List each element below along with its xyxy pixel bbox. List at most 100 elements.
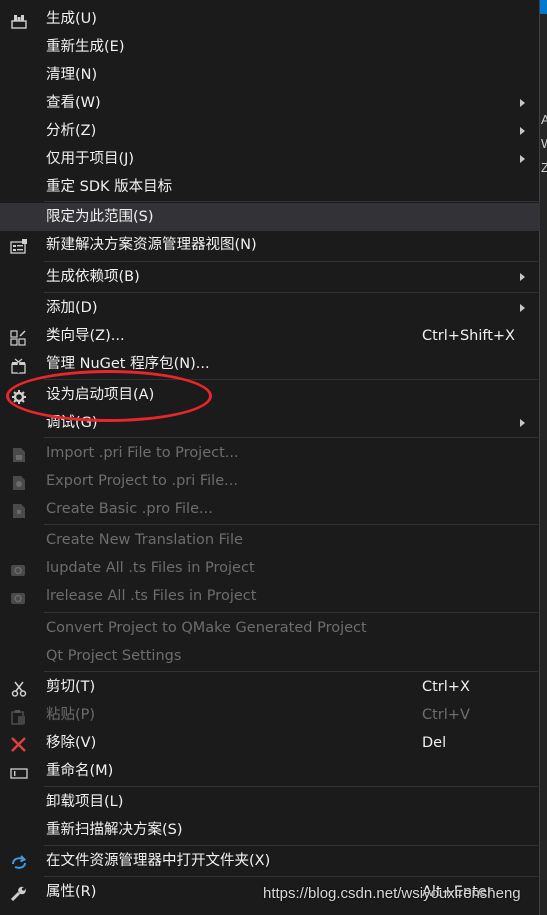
menu-item-build-dependencies[interactable]: 生成依赖项(B) [0, 263, 540, 291]
menu-item-label: 粘贴(P) [46, 707, 96, 723]
qt-export-icon [10, 473, 28, 490]
qt-lupdate-icon [10, 560, 28, 576]
menu-item-label: Create New Translation File [46, 532, 243, 548]
scissors-icon [10, 679, 28, 697]
menu-item-rescan-solution[interactable]: 重新扫描解决方案(S) [0, 816, 540, 844]
menu-item-label: 卸载项目(L) [46, 794, 124, 810]
menu-item-label: 查看(W) [46, 95, 101, 111]
submenu-arrow-icon [520, 304, 525, 312]
menu-item-project-only[interactable]: 仅用于项目(J) [0, 145, 540, 173]
menu-item-label: 生成(U) [46, 11, 97, 27]
menu-item-debug[interactable]: 调试(G) [0, 409, 540, 437]
menu-item-label: 属性(R) [46, 884, 97, 900]
shortcut-text: Ctrl+Shift+X [422, 328, 515, 344]
menu-item-label: Export Project to .pri File... [46, 473, 238, 489]
menu-item-qt-project-settings[interactable]: Qt Project Settings [0, 642, 540, 670]
rename-icon [10, 763, 28, 779]
menu-item-label: lrelease All .ts Files in Project [46, 588, 257, 604]
background-editor-strip: A W Z [540, 0, 547, 915]
menu-item-rename[interactable]: 重命名(M) [0, 757, 540, 785]
menu-item-manage-nuget[interactable]: 管理 NuGet 程序包(N)... [0, 350, 540, 378]
menu-item-open-in-file-explorer[interactable]: 在文件资源管理器中打开文件夹(X) [0, 847, 540, 875]
menu-item-clean[interactable]: 清理(N) [0, 61, 540, 89]
background-char: Z [541, 160, 547, 175]
menu-item-label: 设为启动项目(A) [46, 387, 155, 403]
qt-import-icon [10, 445, 28, 462]
menu-separator [44, 261, 538, 262]
menu-separator [44, 524, 538, 525]
build-icon [10, 11, 28, 29]
menu-item-label: Import .pri File to Project... [46, 445, 239, 461]
menu-item-lrelease[interactable]: lrelease All .ts Files in Project [0, 582, 540, 610]
menu-item-label: 重新扫描解决方案(S) [46, 822, 183, 838]
context-menu: 生成(U) 重新生成(E) 清理(N) 查看(W) 分析(Z) 仅用于项目(J)… [0, 0, 540, 915]
new-solution-view-icon [10, 237, 28, 254]
shortcut-text: Ctrl+X [422, 679, 470, 695]
submenu-arrow-icon [520, 155, 525, 163]
menu-item-label: lupdate All .ts Files in Project [46, 560, 255, 576]
submenu-arrow-icon [520, 127, 525, 135]
shortcut-text: Ctrl+V [422, 707, 470, 723]
shortcut-text: Del [422, 735, 447, 751]
paste-icon [10, 707, 28, 725]
menu-separator [44, 201, 538, 202]
menu-item-create-translation-file[interactable]: Create New Translation File [0, 526, 540, 554]
menu-item-label: 类向导(Z)... [46, 328, 125, 344]
qt-lrelease-icon [10, 588, 28, 604]
submenu-arrow-icon [520, 99, 525, 107]
menu-item-convert-qmake[interactable]: Convert Project to QMake Generated Proje… [0, 614, 540, 642]
menu-separator [44, 845, 538, 846]
menu-item-label: 重定 SDK 版本目标 [46, 179, 173, 195]
menu-item-new-solution-explorer-view[interactable]: 新建解决方案资源管理器视图(N) [0, 231, 540, 259]
menu-item-label: Create Basic .pro File... [46, 501, 213, 517]
menu-item-label: Convert Project to QMake Generated Proje… [46, 620, 367, 636]
wrench-icon [10, 884, 28, 902]
menu-separator [44, 379, 538, 380]
menu-item-export-pri[interactable]: Export Project to .pri File... [0, 467, 540, 495]
menu-item-label: 新建解决方案资源管理器视图(N) [46, 237, 257, 253]
menu-item-lupdate[interactable]: lupdate All .ts Files in Project [0, 554, 540, 582]
menu-separator [44, 292, 538, 293]
menu-item-label: 分析(Z) [46, 123, 97, 139]
menu-item-analyze[interactable]: 分析(Z) [0, 117, 540, 145]
remove-x-icon [10, 735, 28, 752]
qt-pro-file-icon [10, 501, 28, 518]
menu-separator [44, 612, 538, 613]
menu-item-paste[interactable]: 粘贴(P) Ctrl+V [0, 701, 540, 729]
menu-item-label: 添加(D) [46, 300, 98, 316]
watermark-url: https://blog.csdn.net/wsiyouxirensheng [263, 885, 521, 902]
menu-separator [44, 671, 538, 672]
menu-item-label: 仅用于项目(J) [46, 151, 135, 167]
nuget-package-icon [10, 356, 28, 374]
menu-item-cut[interactable]: 剪切(T) Ctrl+X [0, 673, 540, 701]
menu-item-view[interactable]: 查看(W) [0, 89, 540, 117]
menu-item-scope-to-this[interactable]: 限定为此范围(S) [0, 203, 540, 231]
menu-item-label: 清理(N) [46, 67, 98, 83]
menu-item-add[interactable]: 添加(D) [0, 294, 540, 322]
open-folder-arrow-icon [10, 853, 28, 869]
accent-bar [540, 0, 547, 14]
startup-project-gear-icon [10, 387, 28, 404]
menu-item-label: 在文件资源管理器中打开文件夹(X) [46, 853, 271, 869]
menu-item-rebuild[interactable]: 重新生成(E) [0, 33, 540, 61]
menu-separator [44, 876, 538, 877]
menu-item-import-pri[interactable]: Import .pri File to Project... [0, 439, 540, 467]
menu-separator [44, 437, 538, 438]
menu-item-remove[interactable]: 移除(V) Del [0, 729, 540, 757]
menu-item-label: 调试(G) [46, 415, 98, 431]
class-wizard-icon [10, 328, 28, 346]
menu-item-unload-project[interactable]: 卸载项目(L) [0, 788, 540, 816]
menu-item-create-pro-file[interactable]: Create Basic .pro File... [0, 495, 540, 523]
menu-item-label: 重新生成(E) [46, 39, 125, 55]
menu-item-label: Qt Project Settings [46, 648, 182, 664]
menu-item-retarget-sdk[interactable]: 重定 SDK 版本目标 [0, 173, 540, 201]
menu-item-class-wizard[interactable]: 类向导(Z)... Ctrl+Shift+X [0, 322, 540, 350]
background-char: A [541, 112, 547, 127]
menu-item-label: 生成依赖项(B) [46, 269, 140, 285]
background-char: W [541, 136, 547, 151]
menu-item-build[interactable]: 生成(U) [0, 5, 540, 33]
menu-item-label: 管理 NuGet 程序包(N)... [46, 356, 210, 372]
menu-item-set-as-startup-project[interactable]: 设为启动项目(A) [0, 381, 540, 409]
menu-item-label: 移除(V) [46, 735, 97, 751]
menu-item-label: 剪切(T) [46, 679, 96, 695]
